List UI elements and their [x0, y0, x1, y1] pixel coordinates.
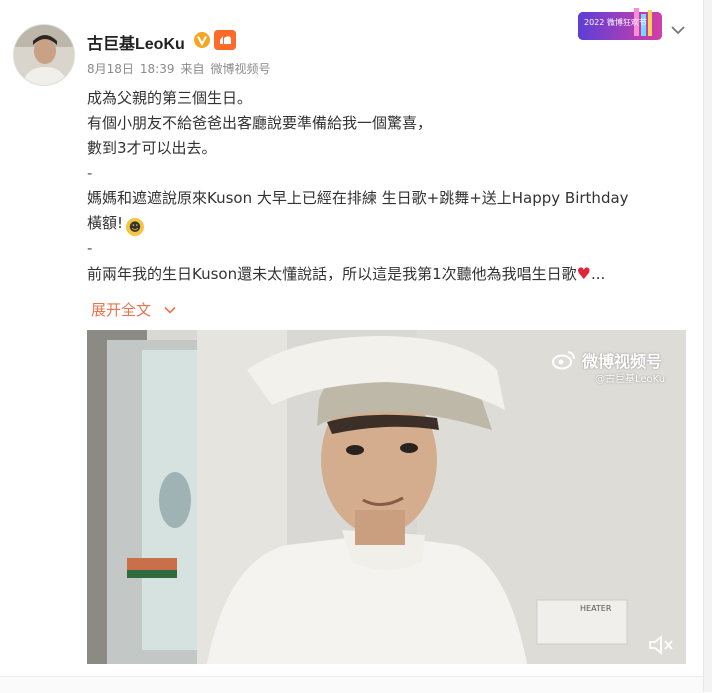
fan-badge-icon — [214, 30, 236, 50]
post-line-2: 有個小朋友不給爸爸出客廳說要準備給我一個驚喜， — [87, 114, 433, 132]
expand-label[interactable]: 展开全文 — [91, 299, 151, 320]
video-watermark: 微博视频号 — [552, 348, 662, 372]
chevron-down-icon — [164, 306, 176, 314]
verified-v-icon — [194, 32, 210, 48]
weibo-post-card: 古巨基LeoKu 8月18日 18:39 来自 微博视频号 2022 微博狂欢节 成為… — [0, 0, 704, 693]
post-line-8: 前兩年我的生日Kuson還未太懂說話，所以這是我第1次聽他為我唱生日歌♥... — [87, 261, 697, 286]
expand-full-text-button[interactable]: 展开全文 — [91, 299, 177, 320]
watermark-handle: @古巨基LeoKu — [595, 374, 666, 385]
post-line-4: - — [87, 164, 93, 182]
post-line-3: 數到3才可以出去。 — [87, 139, 217, 157]
post-line-1: 成為父親的第三個生日。 — [87, 89, 253, 107]
speaker-mute-icon[interactable] — [647, 634, 675, 656]
weibo-logo-icon — [552, 351, 575, 370]
page-scrollbar[interactable] — [704, 0, 712, 692]
watermark-text: 微博视频号 — [582, 352, 663, 371]
post-meta: 8月18日 18:39 来自 微博视频号 — [87, 60, 277, 77]
post-line-7: - — [87, 239, 93, 257]
post-date[interactable]: 8月18日 — [87, 62, 134, 76]
post-time[interactable]: 18:39 — [140, 62, 175, 76]
post-action-bar — [0, 676, 703, 693]
post-text: 成為父親的第三個生日。 有個小朋友不給爸爸出客廳說要準備給我一個驚喜， 數到3才… — [87, 86, 697, 286]
post-line-6: 橫額! ☻ — [87, 211, 697, 236]
post-line-6-text: 橫額! — [87, 214, 124, 232]
post-menu-chevron-icon[interactable] — [668, 20, 688, 40]
post-line-5: 媽媽和遮遮說原來Kuson 大早上已經在排練 生日歌+跳舞+送上Happy Bi… — [87, 189, 629, 207]
user-name[interactable]: 古巨基LeoKu — [87, 30, 185, 54]
video-player[interactable]: HEATER 微博视频号 @古巨基LeoKu — [87, 330, 686, 664]
post-ellipsis: ... — [591, 265, 606, 283]
post-line-8-text: 前兩年我的生日Kuson還未太懂說話，所以這是我第1次聽他為我唱生日歌 — [87, 265, 577, 283]
avatar[interactable] — [13, 24, 75, 86]
event-badge-text: 2022 微博狂欢节 — [584, 17, 647, 27]
grin-emoji-icon: ☻ — [126, 218, 145, 236]
switch-label: HEATER — [580, 604, 612, 613]
heart-icon: ♥ — [576, 264, 591, 283]
from-label: 来自 — [180, 62, 205, 76]
post-source[interactable]: 微博视频号 — [211, 62, 271, 76]
event-badge[interactable]: 2022 微博狂欢节 — [578, 8, 662, 42]
